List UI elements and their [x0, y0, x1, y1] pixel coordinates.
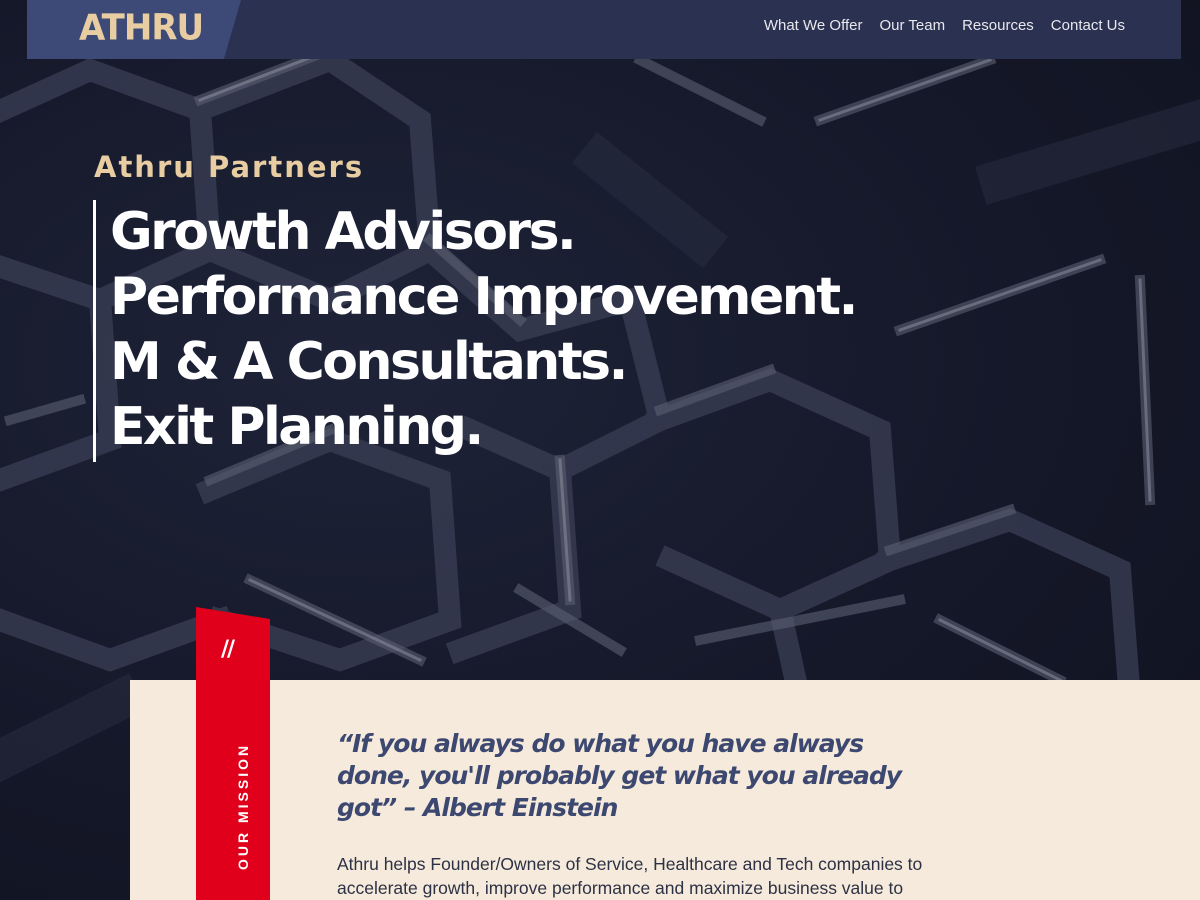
mission-body-text: Athru helps Founder/Owners of Service, H… — [337, 854, 923, 898]
page: ATHRU What We Offer Our Team Resources C… — [0, 0, 1200, 900]
nav-link-what-we-offer[interactable]: What We Offer — [764, 17, 863, 34]
nav-link-contact-us[interactable]: Contact Us — [1051, 17, 1125, 34]
hero-headline: Growth Advisors. Performance Improvement… — [93, 200, 858, 462]
nav-link-our-team[interactable]: Our Team — [880, 17, 946, 34]
main-nav: What We Offer Our Team Resources Contact… — [764, 17, 1125, 34]
slashes-icon: // — [221, 637, 235, 662]
headline-line: Performance Improvement. — [110, 267, 858, 327]
headline-line: M & A Consultants. — [110, 332, 628, 392]
mission-tab-label: OUR MISSION — [235, 742, 251, 870]
hero-eyebrow: Athru Partners — [94, 150, 365, 184]
headline-line: Exit Planning. — [110, 397, 484, 457]
athru-logo[interactable]: ATHRU — [79, 7, 204, 49]
mission-quote: “If you always do what you have always d… — [337, 729, 902, 822]
headline-line: Growth Advisors. — [110, 202, 577, 262]
nav-link-resources[interactable]: Resources — [962, 17, 1034, 34]
